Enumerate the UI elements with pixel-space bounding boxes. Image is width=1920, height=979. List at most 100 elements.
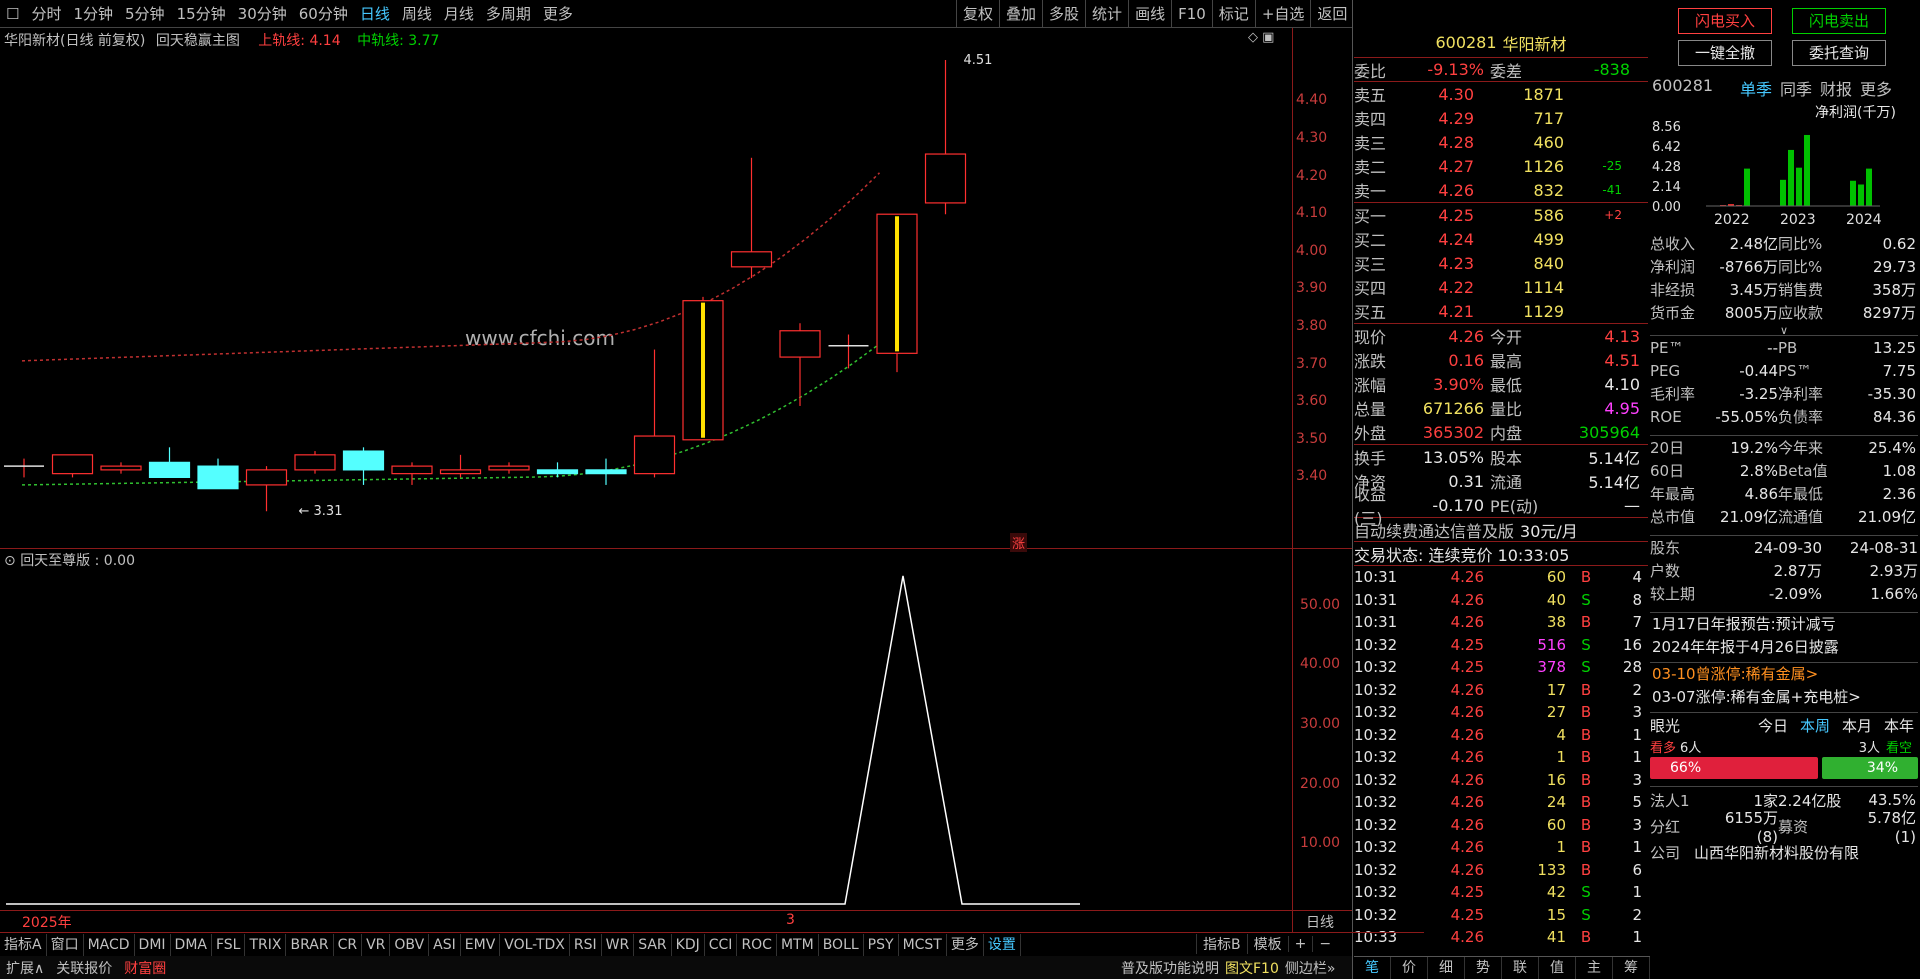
indicator-tab[interactable]: KDJ xyxy=(672,933,705,956)
fin-y-tick: 8.56 xyxy=(1652,120,1681,135)
chart-tool-button[interactable]: 返回 xyxy=(1310,0,1353,28)
chart-tool-button[interactable]: 复权 xyxy=(956,0,999,28)
tick-row: 10:32 4.25 15 S 2 xyxy=(1354,905,1642,924)
quote-tab[interactable]: 主 xyxy=(1576,957,1613,979)
order-query-button[interactable]: 委托查询 xyxy=(1792,40,1886,66)
quote-tab[interactable]: 价 xyxy=(1391,957,1428,979)
status-right-item[interactable]: 图文F10 xyxy=(1222,958,1282,978)
indicator-tab[interactable]: DMI xyxy=(135,933,171,956)
fin-tab[interactable]: 财报 xyxy=(1820,80,1852,99)
chart-tool-button[interactable]: 叠加 xyxy=(999,0,1042,28)
indicator-tab[interactable]: FSL xyxy=(212,933,246,956)
stock-name: 华阳新材 xyxy=(1502,34,1567,54)
status-right-item[interactable]: 侧边栏» xyxy=(1282,958,1339,978)
indicator-tab[interactable]: CR xyxy=(334,933,363,956)
indicator-tab[interactable]: MTM xyxy=(777,933,819,956)
quote-tab[interactable]: 筹 xyxy=(1613,957,1650,979)
fin-tab[interactable]: 同季 xyxy=(1780,80,1812,99)
indicator-tab[interactable]: ASI xyxy=(429,933,461,956)
tick-row: 10:32 4.25 516 S 16 xyxy=(1354,635,1642,654)
period-tab[interactable]: 15分钟 xyxy=(171,0,232,28)
fin-tab[interactable]: 更多 xyxy=(1860,80,1892,99)
indicator-tab[interactable]: ROC xyxy=(737,933,777,956)
indicator-tab[interactable]: OBV xyxy=(390,933,430,956)
chart-tool-button[interactable]: 多股 xyxy=(1042,0,1085,28)
quote-stats2: 换手 13.05% 股本 5.14亿 净资 0.31 流通 5.14亿 收益(三) -0.170 P… xyxy=(1354,445,1648,528)
status-item[interactable]: 财富圈 xyxy=(118,958,172,978)
indicator-tab[interactable]: VOL-TDX xyxy=(500,933,570,956)
chart-tool-button[interactable]: 统计 xyxy=(1085,0,1128,28)
ad-text[interactable]: 自动续费通达信普及版 xyxy=(1354,518,1514,542)
sentiment-period-tab[interactable]: 本周 xyxy=(1788,715,1830,736)
chart-tool-button[interactable]: +自选 xyxy=(1254,0,1311,28)
tick-row: 10:32 4.26 1 B 1 xyxy=(1354,748,1642,767)
status-item[interactable]: 关联报价 xyxy=(50,958,118,978)
indicator-tab[interactable]: 设置 xyxy=(984,933,1021,956)
indicator-tab[interactable]: TRIX xyxy=(245,933,287,956)
collapse-toolbar-icon[interactable]: ☐ xyxy=(0,0,25,28)
indicator-tabs-right: 指标B 模板 + − xyxy=(1196,932,1337,956)
indicator-right-button[interactable]: − xyxy=(1312,936,1337,952)
period-tab[interactable]: 1分钟 xyxy=(67,0,119,28)
indicator-tab[interactable]: MACD xyxy=(84,933,135,956)
flash-buy-button[interactable]: 闪电买入 xyxy=(1678,8,1772,34)
period-tab[interactable]: 30分钟 xyxy=(232,0,293,28)
indicator-tab[interactable]: WR xyxy=(602,933,635,956)
flash-sell-button[interactable]: 闪电卖出 xyxy=(1792,8,1886,34)
indicator-tab[interactable]: 窗口 xyxy=(47,933,84,956)
price-tick: 4.30 xyxy=(1296,130,1328,146)
fin-row: 股东 24-09-30 24-08-31 xyxy=(1650,538,1918,558)
status-right-item[interactable]: 普及版功能说明 xyxy=(1118,958,1222,978)
indicator-tab[interactable]: DMA xyxy=(171,933,212,956)
indicator-tab[interactable]: BRAR xyxy=(286,933,334,956)
profit-bar xyxy=(1858,184,1864,206)
indicator-tab[interactable]: VR xyxy=(362,933,391,956)
indicator-tab[interactable]: CCI xyxy=(705,933,738,956)
quote-tab[interactable]: 细 xyxy=(1428,957,1465,979)
period-tab[interactable]: 60分钟 xyxy=(293,0,354,28)
sentiment-period-tab[interactable]: 本月 xyxy=(1830,715,1872,736)
quote-tab[interactable]: 势 xyxy=(1465,957,1502,979)
sentiment-period-tab[interactable]: 本年 xyxy=(1872,715,1914,736)
indicator-tab[interactable]: PSY xyxy=(864,933,899,956)
indicator-tab[interactable]: EMV xyxy=(461,933,501,956)
indicator-tab[interactable]: SAR xyxy=(634,933,672,956)
chart-tool-button[interactable]: F10 xyxy=(1171,0,1212,28)
daily-label[interactable]: 日线 xyxy=(1306,912,1334,932)
period-tab[interactable]: 更多 xyxy=(537,0,579,28)
limit-news-item[interactable]: 03-07涨停:稀有金属+充电桩> xyxy=(1650,686,1918,709)
candle xyxy=(391,462,433,485)
news-item[interactable]: 2024年年报于4月26日披露 xyxy=(1650,636,1918,659)
indicator-right-button[interactable]: 模板 xyxy=(1246,934,1288,954)
chart-tool-button[interactable]: 标记 xyxy=(1211,0,1255,28)
chart-tool-button[interactable]: 画线 xyxy=(1128,0,1171,28)
period-tab[interactable]: 日线 xyxy=(354,0,396,28)
period-tab[interactable]: 周线 xyxy=(396,0,438,28)
sentiment-period-tab[interactable]: 今日 xyxy=(1746,715,1788,736)
ad-price[interactable]: 30元/月 xyxy=(1520,518,1578,542)
period-tab[interactable]: 月线 xyxy=(438,0,480,28)
candle xyxy=(4,458,44,478)
expand-icon[interactable]: ∨ xyxy=(1650,324,1918,337)
cancel-all-button[interactable]: 一键全撤 xyxy=(1678,40,1772,66)
indicator-tab[interactable]: 指标A xyxy=(0,933,47,956)
quote-tab[interactable]: 值 xyxy=(1539,957,1576,979)
limit-news-item[interactable]: 03-10曾涨停:稀有金属> xyxy=(1650,663,1918,686)
news-item[interactable]: 1月17日年报预告:预计减亏 xyxy=(1650,613,1918,636)
period-tab[interactable]: 5分钟 xyxy=(119,0,171,28)
period-tab[interactable]: 分时 xyxy=(25,0,67,28)
indicator-tab[interactable]: BOLL xyxy=(819,933,864,956)
fin-row: 60日 2.8% Beta值 1.08 xyxy=(1650,461,1916,481)
indicator-tab[interactable]: 更多 xyxy=(947,933,984,956)
fin-tab[interactable]: 单季 xyxy=(1740,80,1772,99)
candle xyxy=(148,447,191,478)
quote-tab[interactable]: 笔 xyxy=(1354,957,1391,979)
indicator-right-button[interactable]: + xyxy=(1287,936,1313,952)
indicator-right-button[interactable]: 指标B xyxy=(1196,934,1247,954)
fin-row: ROE -55.05% 负债率 84.36 xyxy=(1650,407,1916,427)
indicator-tab[interactable]: MCST xyxy=(899,933,947,956)
quote-tab[interactable]: 联 xyxy=(1502,957,1539,979)
period-tab[interactable]: 多周期 xyxy=(480,0,537,28)
status-item[interactable]: 扩展∧ xyxy=(0,958,50,978)
indicator-tab[interactable]: RSI xyxy=(570,933,602,956)
